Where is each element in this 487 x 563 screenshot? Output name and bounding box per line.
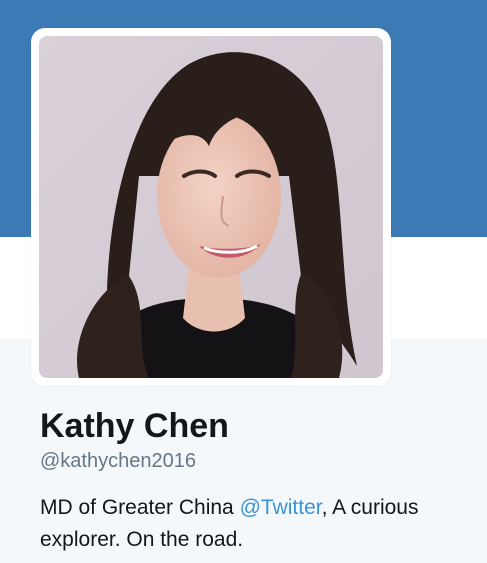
avatar-photo bbox=[39, 36, 383, 378]
profile-avatar[interactable] bbox=[31, 28, 391, 386]
profile-bio: MD of Greater China @Twitter, A curious … bbox=[40, 492, 480, 556]
portrait-image bbox=[39, 36, 383, 378]
profile-display-name[interactable]: Kathy Chen bbox=[40, 404, 229, 448]
bio-text-prefix: MD of Greater China bbox=[40, 496, 240, 519]
bio-mention-link[interactable]: @Twitter bbox=[240, 496, 322, 519]
profile-handle[interactable]: @kathychen2016 bbox=[40, 448, 196, 474]
